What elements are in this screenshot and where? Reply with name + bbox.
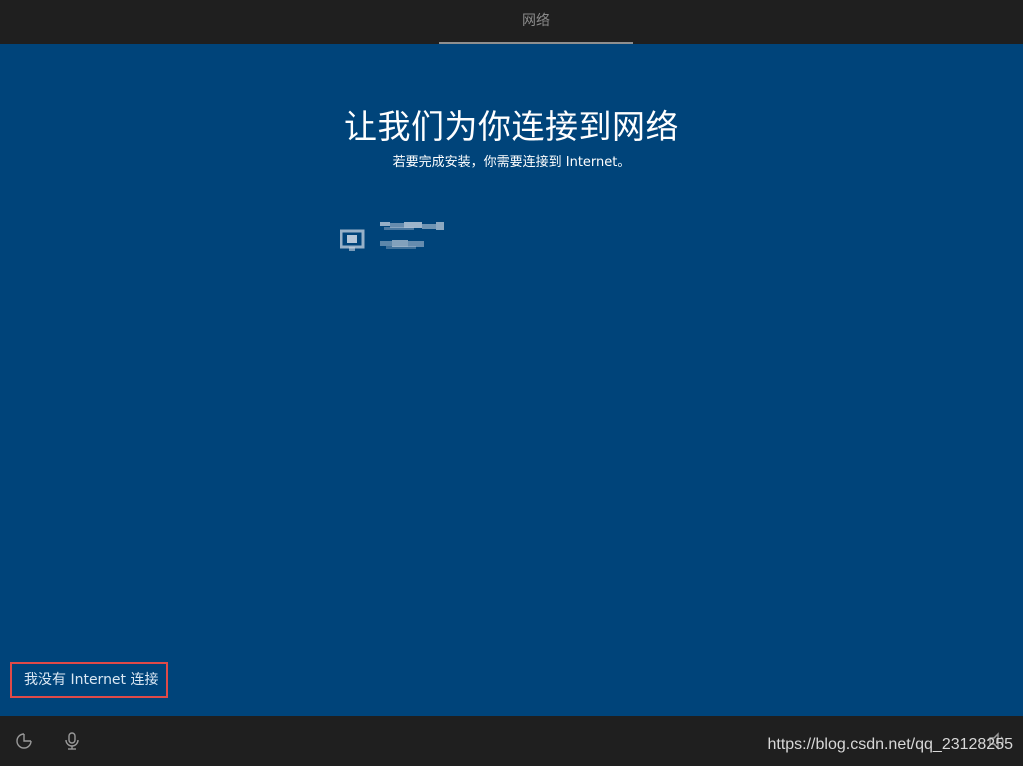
microphone-icon[interactable] (63, 732, 81, 750)
oobe-screen: 网络 让我们为你连接到网络 若要完成安装，你需要连接到 Internet。 我没… (0, 0, 1023, 766)
ease-of-access-icon[interactable] (15, 732, 33, 750)
step-label-network: 网络 (522, 13, 550, 29)
bottom-bar: https://blog.csdn.net/qq_23128255 (0, 716, 1023, 766)
top-bar: 网络 (0, 0, 1023, 44)
page-title: 让我们为你连接到网络 (344, 107, 679, 146)
ethernet-icon (339, 228, 366, 252)
watermark-url: https://blog.csdn.net/qq_23128255 (767, 736, 1013, 753)
main-panel: 让我们为你连接到网络 若要完成安装，你需要连接到 Internet。 我没有 I… (0, 44, 1023, 716)
network-status-obscured (380, 240, 426, 249)
page-subtitle: 若要完成安装，你需要连接到 Internet。 (392, 155, 631, 170)
network-item-ethernet[interactable] (338, 218, 478, 258)
network-name-obscured (380, 222, 444, 231)
no-internet-link[interactable]: 我没有 Internet 连接 (10, 662, 168, 698)
